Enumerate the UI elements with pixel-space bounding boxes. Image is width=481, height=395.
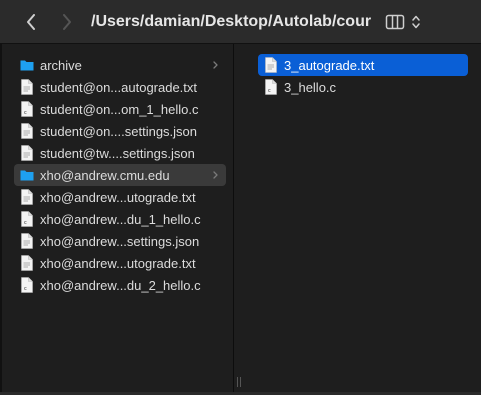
item-label: student@on...om_1_hello.c [40,101,199,117]
file-row[interactable]: c 3_hello.c [258,76,468,98]
document-icon [20,79,34,95]
column-resize-handle[interactable] [237,377,243,387]
file-row[interactable]: c xho@andrew...du_1_hello.c [14,208,226,230]
file-row[interactable]: c student@on...om_1_hello.c [14,98,226,120]
file-row[interactable]: student@on....settings.json [14,120,226,142]
view-options-chevron-icon[interactable] [411,13,421,31]
svg-text:c: c [268,88,271,94]
folder-row[interactable]: archive [14,54,226,76]
item-label: 3_autograde.txt [284,57,375,73]
disclosure-chevron-icon [212,168,220,182]
back-chevron-icon[interactable] [22,12,40,32]
path-title: /Users/damian/Desktop/Autolab/cour... [91,13,371,30]
item-label: student@on....settings.json [40,123,198,139]
item-label: archive [40,57,82,73]
svg-text:c: c [24,110,27,116]
c-source-file-icon: c [20,101,34,117]
document-icon [20,233,34,249]
c-source-file-icon: c [264,79,278,95]
item-label: xho@andrew...du_2_hello.c [40,277,201,293]
svg-text:c: c [24,220,27,226]
file-row[interactable]: 3_autograde.txt [258,54,468,76]
item-label: xho@andrew...utograde.txt [40,255,196,271]
child-column: 3_autograde.txt c 3_hello.c [234,44,481,395]
item-label: xho@andrew...utograde.txt [40,189,196,205]
item-label: xho@andrew...du_1_hello.c [40,211,201,227]
parent-column: archive student@on...autograde.txt c stu… [2,44,233,395]
file-row[interactable]: xho@andrew...utograde.txt [14,186,226,208]
file-row[interactable]: xho@andrew...utograde.txt [14,252,226,274]
c-source-file-icon: c [20,277,34,293]
file-row[interactable]: student@on...autograde.txt [14,76,226,98]
document-icon [20,145,34,161]
disclosure-chevron-icon [212,58,220,72]
folder-icon [20,57,34,73]
file-row[interactable]: xho@andrew...settings.json [14,230,226,252]
item-label: student@on...autograde.txt [40,79,198,95]
column-view-icon[interactable] [385,13,405,31]
item-label: xho@andrew...settings.json [40,233,200,249]
document-icon [20,255,34,271]
item-label: student@tw....settings.json [40,145,195,161]
finder-toolbar: /Users/damian/Desktop/Autolab/cour... [0,0,481,44]
folder-row[interactable]: xho@andrew.cmu.edu [14,164,226,186]
document-icon [20,189,34,205]
file-row[interactable]: student@tw....settings.json [14,142,226,164]
folder-icon [20,167,34,183]
file-row[interactable]: c xho@andrew...du_2_hello.c [14,274,226,296]
svg-text:c: c [24,286,27,292]
c-source-file-icon: c [20,211,34,227]
document-icon [264,57,278,73]
forward-chevron-icon[interactable] [58,12,76,32]
item-label: xho@andrew.cmu.edu [40,167,170,183]
item-label: 3_hello.c [284,79,337,95]
document-icon [20,123,34,139]
